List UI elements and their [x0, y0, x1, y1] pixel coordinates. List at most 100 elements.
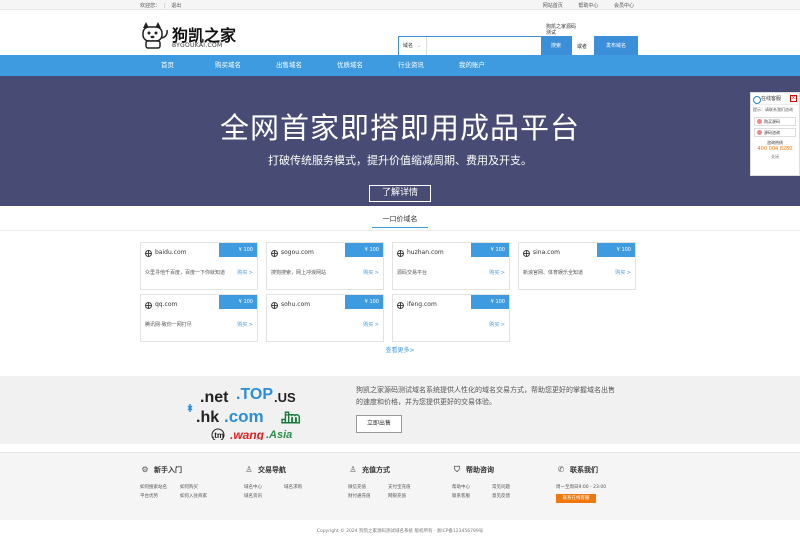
hot-keyword[interactable]: 狗凯之家源码测试 — [546, 24, 576, 36]
nav-item-premium[interactable]: 优质域名 — [337, 55, 363, 76]
search-bar: 域名 ⌄ 搜索 — [398, 36, 572, 56]
footer-link[interactable]: 联系客服 — [452, 492, 492, 501]
globe-icon — [271, 250, 278, 257]
promo-text: 狗凯之家源码测试域名系统提供人性化的域名交易方式，帮助您更好的掌握域名出售的速度… — [356, 386, 615, 406]
footer-link[interactable]: 财付通充值 — [348, 492, 388, 501]
globe-icon — [397, 250, 404, 257]
nav-item-account[interactable]: 我的账户 — [459, 55, 485, 76]
close-icon[interactable]: × — [790, 95, 797, 102]
domain-price: ¥ 100 — [345, 295, 383, 309]
domain-price: ¥ 100 — [597, 243, 635, 257]
top-link-member[interactable]: 会员中心 — [614, 3, 634, 9]
domain-name: baidu.com — [155, 249, 187, 256]
domain-name: ifeng.com — [407, 301, 437, 308]
buy-link[interactable]: 购买 > — [363, 321, 379, 328]
domain-card[interactable]: qq.com ¥ 100 腾讯网-致你一网打尽 购买 > — [140, 294, 258, 342]
footer-link[interactable]: 帮助中心 — [452, 483, 492, 492]
contact-service-button[interactable]: 联系在线客服 — [556, 494, 596, 503]
buy-link[interactable]: 购买 > — [615, 269, 631, 276]
search-type-select[interactable]: 域名 ⌄ — [399, 37, 427, 55]
buy-source-button[interactable]: 购买源码 — [754, 117, 796, 126]
chevron-down-icon: ⌄ — [417, 43, 422, 49]
top-link-home[interactable]: 网站首页 — [543, 3, 563, 9]
tld-asia: .Asia — [266, 429, 292, 440]
phone-icon: ✆ — [557, 465, 565, 474]
domain-desc: 众里寻他千百度，百度一下你就知道 — [145, 270, 226, 276]
footer-col-title: 交易导航 — [258, 466, 286, 474]
footer-link[interactable]: 平台优势 — [140, 492, 180, 501]
tld-graphic: .net .TOP .US .hk .com .im .tm .wang .As… — [187, 386, 301, 440]
see-more-link[interactable]: 查看更多> — [0, 345, 800, 354]
footer-link[interactable]: 微信充值 — [348, 483, 388, 492]
buy-link[interactable]: 购买 > — [363, 269, 379, 276]
search-button[interactable]: 搜索 — [541, 37, 571, 55]
domain-desc: 源码交易平台 — [397, 270, 428, 276]
buy-link[interactable]: 购买 > — [489, 321, 505, 328]
footer-col-recharge: ♙ 充值方式 微信充值 支付宝充值 财付通充值 网银充值 — [348, 465, 448, 501]
hero-title: 全网首家即搭即用成品平台 — [219, 111, 580, 145]
search-type-label: 域名 — [403, 43, 414, 49]
domain-price: ¥ 100 — [219, 243, 257, 257]
online-service-panel: 在线客服 × 提示：请联系我们咨询 购买源码 源码咨询 咨询热线 400 004 … — [750, 92, 800, 176]
footer-col-help: ⛉ 帮助咨询 帮助中心 常见问题 联系客服 意见反馈 — [452, 465, 552, 501]
dog-logo-icon — [142, 22, 168, 49]
tld-wang: .wang — [230, 428, 265, 440]
footer-col-title: 联系我们 — [570, 466, 598, 474]
footer-link[interactable]: 如何购买 — [180, 483, 220, 492]
footer-link[interactable]: 域名中心 — [244, 483, 284, 492]
domain-card[interactable]: huzhan.com ¥ 100 源码交易平台 购买 > — [392, 242, 510, 290]
globe-icon — [397, 302, 404, 309]
service-hours: 周一至周日9:00 - 23:00 — [556, 485, 607, 490]
footer: ⚙ 新手入门 如何搜索站名 如何购买 平台优势 如何入驻商家 ♙ 交易导航 域名中心 域名… — [0, 452, 800, 520]
buy-link[interactable]: 购买 > — [237, 321, 253, 328]
footer-link[interactable]: 域名资讯 — [244, 492, 284, 501]
footer-col-contact: ✆ 联系我们 周一至周日9:00 - 23:00 联系在线客服 — [556, 465, 656, 503]
domain-price: ¥ 100 — [219, 295, 257, 309]
person-icon: ♙ — [245, 465, 253, 474]
footer-link[interactable]: 网银充值 — [388, 492, 428, 501]
learn-more-button[interactable]: 了解详情 — [369, 185, 431, 202]
nav-item-news[interactable]: 行业资讯 — [398, 55, 424, 76]
nav-item-sell[interactable]: 出售域名 — [276, 55, 302, 76]
domain-card[interactable]: baidu.com ¥ 100 众里寻他千百度，百度一下你就知道 购买 > — [140, 242, 258, 290]
float-title: 在线客服 — [761, 96, 782, 102]
top-link-help[interactable]: 帮助中心 — [578, 3, 598, 9]
nav-item-home[interactable]: 首页 — [161, 55, 174, 76]
domain-card[interactable]: sina.com ¥ 100 新浪官网、体育娱乐全知道 购买 > — [518, 242, 636, 290]
domain-desc: 新浪官网、体育娱乐全知道 — [523, 270, 584, 276]
search-input[interactable] — [429, 38, 539, 53]
footer-link[interactable]: 支付宝充值 — [388, 483, 428, 492]
domain-card[interactable]: sogou.com ¥ 100 搜狗搜索，网上冲浪网站 购买 > — [266, 242, 384, 290]
tld-com: .com — [224, 407, 264, 426]
logout-link[interactable]: 退出 — [171, 3, 181, 9]
domain-card[interactable]: sohu.com ¥ 100 购买 > — [266, 294, 384, 342]
nav-item-buy[interactable]: 购买域名 — [215, 55, 241, 76]
domain-card[interactable]: ifeng.com ¥ 100 购买 > — [392, 294, 510, 342]
hero-subtitle: 打破传统服务模式，提升价值缩减周期、费用及开支。 — [268, 154, 532, 167]
footer-link[interactable]: 如何入驻商家 — [180, 492, 220, 501]
post-domain-button[interactable]: 发布域名 — [594, 36, 638, 56]
sell-now-button[interactable]: 立即出售 — [356, 415, 402, 433]
domain-name: sogou.com — [281, 249, 314, 256]
tld-im: .im — [282, 411, 299, 425]
domain-desc: 腾讯网-致你一网打尽 — [145, 322, 192, 328]
buy-link[interactable]: 购买 > — [237, 269, 253, 276]
consult-button[interactable]: 源码咨询 — [754, 128, 796, 137]
footer-link[interactable]: 意见反馈 — [492, 492, 532, 501]
buy-link[interactable]: 购买 > — [489, 269, 505, 276]
copyright: Copyright © 2024 狗凯之家源码测试域名系统 版权所有 · 浙IC… — [316, 529, 484, 534]
tld-hk: .hk — [196, 409, 219, 426]
footer-col-title: 新手入门 — [154, 466, 182, 474]
footer-col-title: 充值方式 — [362, 466, 390, 474]
footer-link[interactable]: 域名求购 — [284, 483, 324, 492]
site-logo[interactable]: 狗凯之家 BYGOUKAI.COM — [140, 20, 240, 50]
footer-link[interactable]: 常见问题 — [492, 483, 532, 492]
domain-name: huzhan.com — [407, 249, 444, 256]
gear-icon: ⚙ — [141, 465, 149, 474]
float-close-link[interactable]: 关闭 — [751, 154, 799, 160]
shield-icon: ⛉ — [454, 465, 460, 474]
section-divider — [0, 230, 800, 231]
globe-icon — [271, 302, 278, 309]
footer-link[interactable]: 如何搜索站名 — [140, 483, 180, 492]
promo-section: .net .TOP .US .hk .com .im .tm .wang .As… — [0, 376, 800, 444]
